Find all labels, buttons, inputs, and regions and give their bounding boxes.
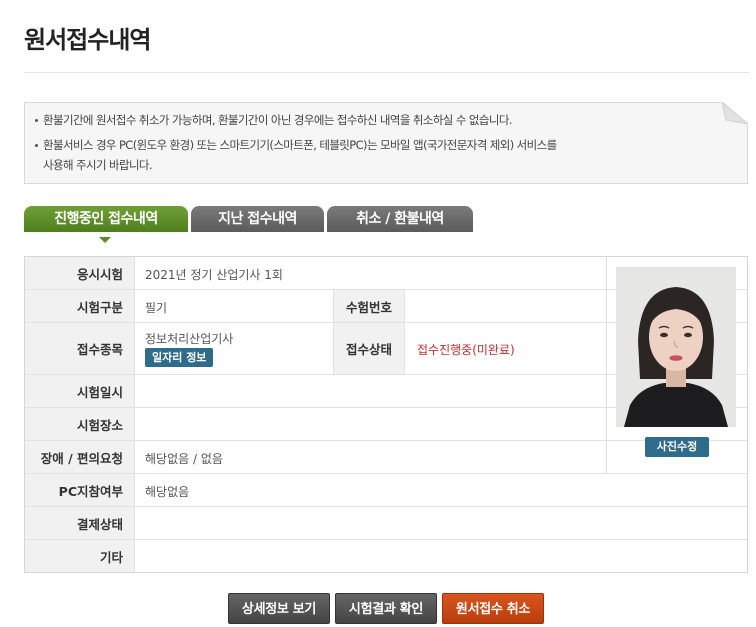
column-divider xyxy=(606,408,607,440)
etc-label: 기타 xyxy=(25,540,135,572)
accommodation-value: 해당없음 / 없음 xyxy=(145,452,223,466)
pc-value: 해당없음 xyxy=(145,485,190,499)
title-divider xyxy=(24,72,750,73)
row-payment: 결제상태 xyxy=(25,507,747,540)
page-title: 원서접수내역 xyxy=(24,26,151,54)
tab-past[interactable]: 지난 접수내역 xyxy=(191,206,324,232)
photo-edit-button[interactable]: 사진수정 xyxy=(645,437,709,457)
applicant-photo xyxy=(616,267,736,427)
status-label: 접수상태 xyxy=(333,323,405,374)
exam-label: 응시시험 xyxy=(25,257,135,289)
date-label: 시험일시 xyxy=(25,375,135,407)
row-etc: 기타 xyxy=(25,540,747,572)
folded-corner-icon xyxy=(722,102,748,124)
row-pc: PC지참여부 해당없음 xyxy=(25,474,747,507)
column-divider xyxy=(606,323,607,374)
item-value: 정보처리산업기사 xyxy=(145,332,234,346)
detail-info-button[interactable]: 상세정보 보기 xyxy=(228,593,330,624)
category-value: 필기 xyxy=(145,301,168,315)
exam-value: 2021년 정기 산업기사 1회 xyxy=(145,268,283,282)
category-label: 시험구분 xyxy=(25,290,135,322)
column-divider xyxy=(606,375,607,407)
portrait-image xyxy=(616,267,736,427)
accommodation-label: 장애 / 편의요청 xyxy=(25,441,135,473)
bullet-icon xyxy=(35,144,38,147)
column-divider xyxy=(606,257,607,289)
tab-cancel-refund[interactable]: 취소 / 환불내역 xyxy=(327,206,473,232)
tab-in-progress[interactable]: 진행중인 접수내역 xyxy=(24,206,188,232)
exam-number-label: 수험번호 xyxy=(333,290,405,322)
notice-item-refund-period: 환불기간에 원서접수 취소가 가능하며, 환불기간이 아닌 경우에는 접수하신 … xyxy=(35,112,512,128)
place-label: 시험장소 xyxy=(25,408,135,440)
notice-box: 환불기간에 원서접수 취소가 가능하며, 환불기간이 아닌 경우에는 접수하신 … xyxy=(24,102,748,184)
row-accommodation: 장애 / 편의요청 해당없음 / 없음 xyxy=(25,441,747,474)
job-info-button[interactable]: 일자리 정보 xyxy=(145,348,214,367)
column-divider xyxy=(606,441,607,473)
cancel-application-button[interactable]: 원서접수 취소 xyxy=(442,593,544,624)
item-label: 접수종목 xyxy=(25,323,135,374)
payment-label: 결제상태 xyxy=(25,507,135,539)
column-divider xyxy=(606,290,607,322)
status-value: 접수진행중(미완료) xyxy=(417,343,515,357)
pc-label: PC지참여부 xyxy=(25,474,135,506)
active-tab-indicator-icon xyxy=(99,237,111,243)
exam-result-button[interactable]: 시험결과 확인 xyxy=(335,593,437,624)
notice-item-continued: 사용해 주시기 바랍니다. xyxy=(43,158,153,172)
bullet-icon xyxy=(35,119,38,122)
notice-item-refund-service: 환불서비스 경우 PC(윈도우 환경) 또는 스마트기기(스마트폰, 테블릿PC… xyxy=(35,137,557,153)
